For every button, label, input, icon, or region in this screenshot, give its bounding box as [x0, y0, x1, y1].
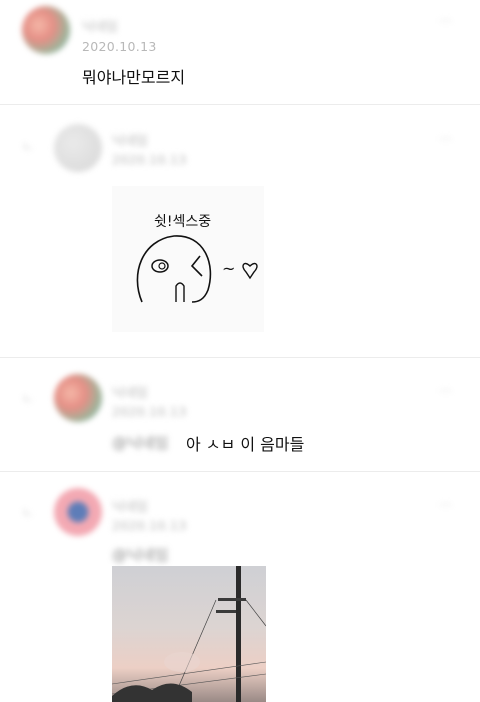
reply-arrow-icon: ㄴ	[22, 140, 34, 155]
more-options-button[interactable]: ···	[440, 132, 451, 146]
more-options-button[interactable]: ···	[440, 14, 451, 28]
avatar[interactable]	[54, 124, 102, 172]
divider	[0, 104, 480, 105]
sticker-image[interactable]: 쉿!섹스중 ~	[112, 186, 264, 332]
sticker-text: 쉿!섹스중	[154, 214, 211, 230]
comment-date: 2020.10.13	[112, 404, 187, 419]
comment-author[interactable]: 닉네임	[112, 496, 148, 515]
mention-link[interactable]: @닉네임	[112, 432, 168, 453]
sticker-suffix: ~	[222, 259, 235, 278]
comment-text: 뭐야나만모르지	[82, 68, 186, 87]
more-options-button[interactable]: ···	[440, 498, 451, 512]
comment-author[interactable]: 닉네임	[112, 382, 148, 401]
more-options-button[interactable]: ···	[440, 384, 451, 398]
photo-drawing	[112, 566, 266, 702]
avatar[interactable]	[22, 6, 70, 54]
divider	[0, 357, 480, 358]
avatar[interactable]	[54, 374, 102, 422]
reply-arrow-icon: ㄴ	[22, 392, 34, 407]
photo-image[interactable]	[112, 566, 266, 702]
comment-author[interactable]: 닉네임	[112, 130, 148, 149]
comment-text: 아 ㅅㅂ 이 음마들	[186, 435, 305, 454]
comment-date: 2020.10.13	[82, 39, 157, 54]
reply-arrow-icon: ㄴ	[22, 506, 34, 521]
divider	[0, 471, 480, 472]
avatar[interactable]	[54, 488, 102, 536]
sticker-drawing: 쉿!섹스중 ~	[136, 214, 258, 303]
comment-date: 2020.10.13	[112, 518, 187, 533]
comment-author[interactable]: 닉네임	[82, 16, 118, 35]
mention-link[interactable]: @닉네임	[112, 544, 168, 565]
comment-date: 2020.10.13	[112, 152, 187, 167]
